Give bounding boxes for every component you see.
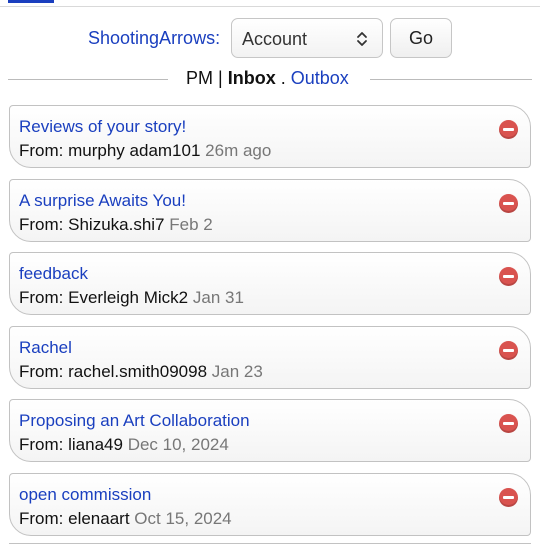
- message-sender: elenaart: [68, 508, 130, 528]
- message-date: Feb 2: [169, 214, 213, 234]
- message-item[interactable]: open commission From: elenaart Oct 15, 2…: [9, 472, 531, 536]
- username-colon: :: [215, 28, 221, 48]
- message-list: Reviews of your story! From: murphy adam…: [9, 105, 531, 546]
- pm-dot: .: [280, 68, 286, 88]
- delete-icon[interactable]: [499, 193, 518, 213]
- message-date: Dec 10, 2024: [127, 435, 229, 454]
- pm-heading: PM | Inbox . Outbox: [0, 66, 540, 92]
- message-subject-link[interactable]: open commission: [19, 485, 151, 505]
- message-date: Jan 23: [211, 361, 263, 381]
- from-prefix: From:: [19, 508, 64, 528]
- go-button[interactable]: Go: [390, 18, 452, 58]
- message-item[interactable]: Rachel From: rachel.smith09098 Jan 23: [9, 325, 531, 389]
- message-sender: liana49: [68, 435, 123, 454]
- from-prefix: From:: [19, 435, 64, 454]
- message-date: Oct 15, 2024: [134, 508, 232, 528]
- message-subject-link[interactable]: Proposing an Art Collaboration: [19, 411, 250, 431]
- message-sender: rachel.smith09098: [68, 361, 208, 381]
- message-sender: Everleigh Mick2: [68, 288, 189, 307]
- delete-icon[interactable]: [499, 267, 518, 286]
- message-subject-link[interactable]: Reviews of your story!: [19, 117, 186, 137]
- heading-rule-left: [8, 79, 168, 80]
- message-from-line: From: rachel.smith09098 Jan 23: [19, 362, 263, 382]
- username-link[interactable]: ShootingArrows:: [88, 28, 220, 49]
- message-from-line: From: murphy adam101 26m ago: [19, 141, 271, 161]
- message-from-line: From: elenaart Oct 15, 2024: [19, 509, 232, 529]
- account-select-value: Account: [242, 29, 308, 49]
- message-subject-link[interactable]: feedback: [19, 264, 88, 284]
- from-prefix: From:: [19, 288, 64, 307]
- message-from-line: From: liana49 Dec 10, 2024: [19, 435, 229, 455]
- message-item[interactable]: Proposing an Art Collaboration From: lia…: [9, 399, 531, 462]
- message-item[interactable]: Reviews of your story! From: murphy adam…: [9, 105, 531, 168]
- inbox-label: Inbox: [227, 68, 276, 88]
- account-select[interactable]: Account: [231, 18, 383, 58]
- username-text[interactable]: ShootingArrows: [88, 28, 215, 48]
- message-item[interactable]: A surprise Awaits You! From: Shizuka.shi…: [9, 178, 531, 242]
- from-prefix: From:: [19, 214, 64, 234]
- pm-label: PM: [186, 68, 213, 88]
- top-strip: [0, 0, 540, 7]
- delete-icon[interactable]: [499, 120, 518, 139]
- delete-icon[interactable]: [499, 340, 518, 360]
- outbox-link[interactable]: Outbox: [291, 68, 349, 88]
- top-tab-fragment[interactable]: [8, 0, 54, 3]
- heading-rule-right: [370, 79, 532, 80]
- message-sender: murphy adam101: [68, 141, 201, 160]
- delete-icon[interactable]: [499, 487, 518, 507]
- message-sender: Shizuka.shi7: [68, 214, 165, 234]
- message-date: 26m ago: [205, 141, 272, 160]
- pm-separator: |: [218, 68, 223, 88]
- message-from-line: From: Everleigh Mick2 Jan 31: [19, 288, 244, 308]
- message-subject-link[interactable]: A surprise Awaits You!: [19, 191, 186, 211]
- from-prefix: From:: [19, 361, 64, 381]
- chevron-up-down-icon: [357, 32, 367, 46]
- from-prefix: From:: [19, 141, 64, 160]
- account-bar: ShootingArrows: Account Go: [0, 18, 540, 60]
- delete-icon[interactable]: [499, 414, 518, 433]
- next-message-edge: [9, 543, 531, 547]
- pm-nav: PM | Inbox . Outbox: [186, 68, 349, 89]
- message-item[interactable]: feedback From: Everleigh Mick2 Jan 31: [9, 252, 531, 315]
- message-from-line: From: Shizuka.shi7 Feb 2: [19, 215, 213, 235]
- message-date: Jan 31: [192, 288, 244, 307]
- message-subject-link[interactable]: Rachel: [19, 338, 72, 358]
